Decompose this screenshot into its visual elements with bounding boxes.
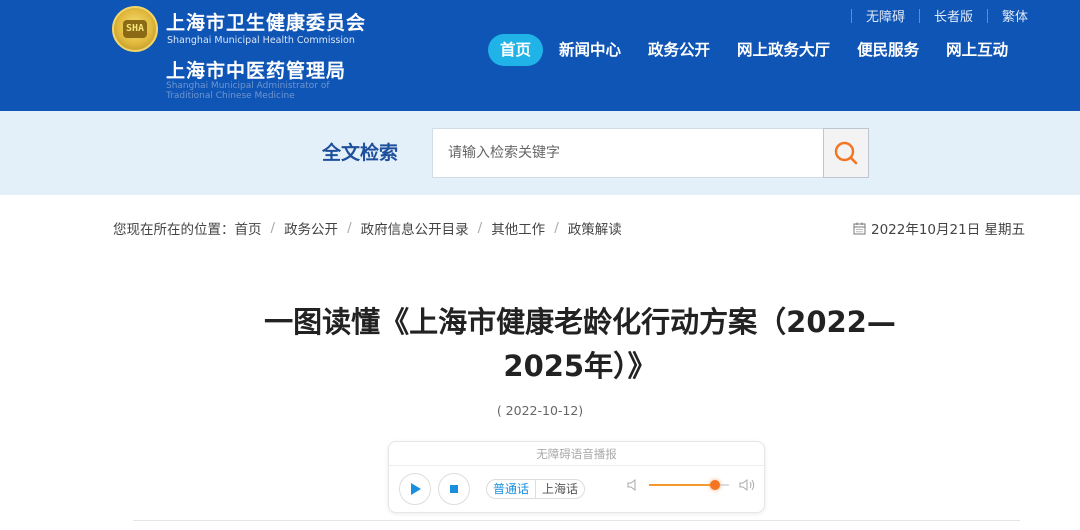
- nav-interaction[interactable]: 网上互动: [946, 34, 1008, 66]
- breadcrumb-gov-affairs[interactable]: 政务公开: [284, 218, 338, 238]
- emblem-text: SHA: [123, 20, 147, 38]
- breadcrumb-separator: /: [554, 220, 559, 236]
- traditional-chinese-link[interactable]: 繁体: [1002, 6, 1028, 25]
- nav-home[interactable]: 首页: [488, 34, 544, 66]
- stop-icon: [450, 485, 458, 493]
- search-button[interactable]: [823, 128, 869, 178]
- breadcrumb-separator: /: [270, 220, 276, 236]
- elder-version-link[interactable]: 长者版: [934, 6, 973, 25]
- accessibility-link[interactable]: 无障碍: [866, 6, 905, 25]
- breadcrumb-separator: /: [347, 220, 352, 236]
- breadcrumb-info-catalog[interactable]: 政府信息公开目录: [361, 218, 469, 238]
- emblem-logo-icon[interactable]: SHA: [112, 6, 158, 52]
- play-button[interactable]: [399, 473, 431, 505]
- org2-name-en: Shanghai Municipal Administrator of Trad…: [166, 81, 330, 101]
- volume-fill: [649, 484, 715, 486]
- search-label: 全文检索: [322, 142, 399, 164]
- breadcrumb-prefix: 您现在所在的位置：: [113, 222, 235, 238]
- nav-public-service[interactable]: 便民服务: [857, 34, 919, 66]
- search-icon: [834, 141, 858, 165]
- publish-date: ( 2022-10-12): [496, 403, 584, 418]
- divider: [986, 8, 988, 23]
- breadcrumb-other-work[interactable]: 其他工作: [491, 218, 545, 238]
- top-links: 无障碍 长者版 繁体: [837, 6, 1028, 25]
- current-date: 2022年10月21日 星期五: [853, 218, 1025, 238]
- breadcrumb-home[interactable]: 首页: [235, 218, 262, 238]
- site-header: SHA 上海市卫生健康委员会 Shanghai Municipal Health…: [0, 0, 1080, 111]
- player-title: 无障碍语音播报: [389, 442, 764, 466]
- volume-slider[interactable]: [649, 480, 729, 490]
- org2-name[interactable]: 上海市中医药管理局: [166, 56, 346, 83]
- calendar-icon: [853, 222, 866, 234]
- article-title-line2: 2025年）》: [503, 349, 657, 383]
- breadcrumb-policy-interpretation[interactable]: 政策解读: [568, 218, 622, 238]
- article-title: 一图读懂《上海市健康老龄化行动方案（2022— 2025年）》: [140, 300, 1020, 388]
- voice-broadcast-player: 无障碍语音播报 普通话 上海话: [388, 441, 765, 513]
- volume-control: [627, 478, 757, 492]
- play-icon: [411, 483, 421, 495]
- lang-mandarin[interactable]: 普通话: [487, 480, 535, 498]
- volume-high-icon[interactable]: [739, 478, 757, 492]
- content-divider: [133, 520, 1020, 521]
- nav-news[interactable]: 新闻中心: [559, 34, 621, 66]
- nav-online-hall[interactable]: 网上政务大厅: [737, 34, 830, 66]
- search-band: 全文检索: [0, 111, 1080, 195]
- divider: [850, 8, 852, 23]
- breadcrumb: 您现在所在的位置： 首页 / 政务公开 / 政府信息公开目录 / 其他工作 / …: [113, 218, 622, 238]
- org-name[interactable]: 上海市卫生健康委员会: [166, 8, 366, 35]
- volume-knob[interactable]: [709, 480, 720, 490]
- main-nav: 首页 新闻中心 政务公开 网上政务大厅 便民服务 网上互动: [488, 34, 1008, 66]
- org-name-en: Shanghai Municipal Health Commission: [167, 35, 355, 46]
- divider: [918, 8, 920, 23]
- stop-button[interactable]: [438, 473, 470, 505]
- lang-shanghainese[interactable]: 上海话: [535, 480, 584, 498]
- date-text: 2022年10月21日 星期五: [870, 222, 1025, 238]
- article-title-line1: 一图读懂《上海市健康老龄化行动方案（2022—: [264, 305, 896, 339]
- language-switch: 普通话 上海话: [486, 479, 586, 499]
- nav-gov-affairs[interactable]: 政务公开: [648, 34, 710, 66]
- breadcrumb-separator: /: [477, 220, 483, 236]
- search-input[interactable]: [432, 128, 824, 178]
- volume-low-icon[interactable]: [627, 478, 639, 492]
